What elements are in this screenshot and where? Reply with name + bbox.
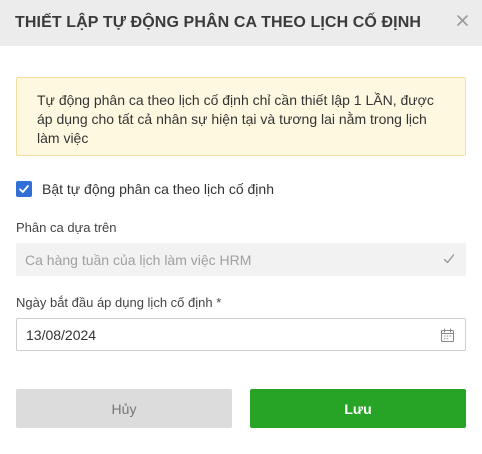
auto-shift-dialog: THIẾT LẬP TỰ ĐỘNG PHÂN CA THEO LỊCH CỐ Đ… bbox=[0, 0, 482, 454]
notice-text: Tự động phân ca theo lịch cố định chỉ cầ… bbox=[37, 92, 434, 146]
check-icon bbox=[442, 252, 456, 266]
auto-assign-checkbox[interactable] bbox=[16, 181, 32, 197]
checkmark-icon bbox=[19, 185, 29, 193]
shift-basis-label: Phân ca dựa trên bbox=[16, 220, 117, 235]
info-notice: Tự động phân ca theo lịch cố định chỉ cầ… bbox=[16, 77, 466, 156]
auto-assign-label[interactable]: Bật tự động phân ca theo lịch cố định bbox=[42, 181, 274, 197]
start-date-value[interactable]: 13/08/2024 bbox=[26, 327, 96, 343]
cancel-button[interactable]: Hủy bbox=[16, 389, 232, 428]
shift-basis-select: Ca hàng tuần của lịch làm việc HRM bbox=[16, 243, 466, 276]
shift-basis-value: Ca hàng tuần của lịch làm việc HRM bbox=[25, 251, 252, 268]
dialog-title: THIẾT LẬP TỰ ĐỘNG PHÂN CA THEO LỊCH CỐ Đ… bbox=[15, 14, 422, 31]
start-date-input[interactable]: 13/08/2024 bbox=[16, 318, 466, 351]
auto-assign-toggle[interactable]: Bật tự động phân ca theo lịch cố định bbox=[16, 180, 274, 198]
start-date-label: Ngày bắt đầu áp dụng lịch cố định * bbox=[16, 295, 222, 310]
dialog-header: THIẾT LẬP TỰ ĐỘNG PHÂN CA THEO LỊCH CỐ Đ… bbox=[0, 0, 482, 46]
close-icon[interactable] bbox=[454, 12, 470, 28]
save-button[interactable]: Lưu bbox=[250, 389, 466, 428]
calendar-icon[interactable] bbox=[440, 328, 455, 343]
